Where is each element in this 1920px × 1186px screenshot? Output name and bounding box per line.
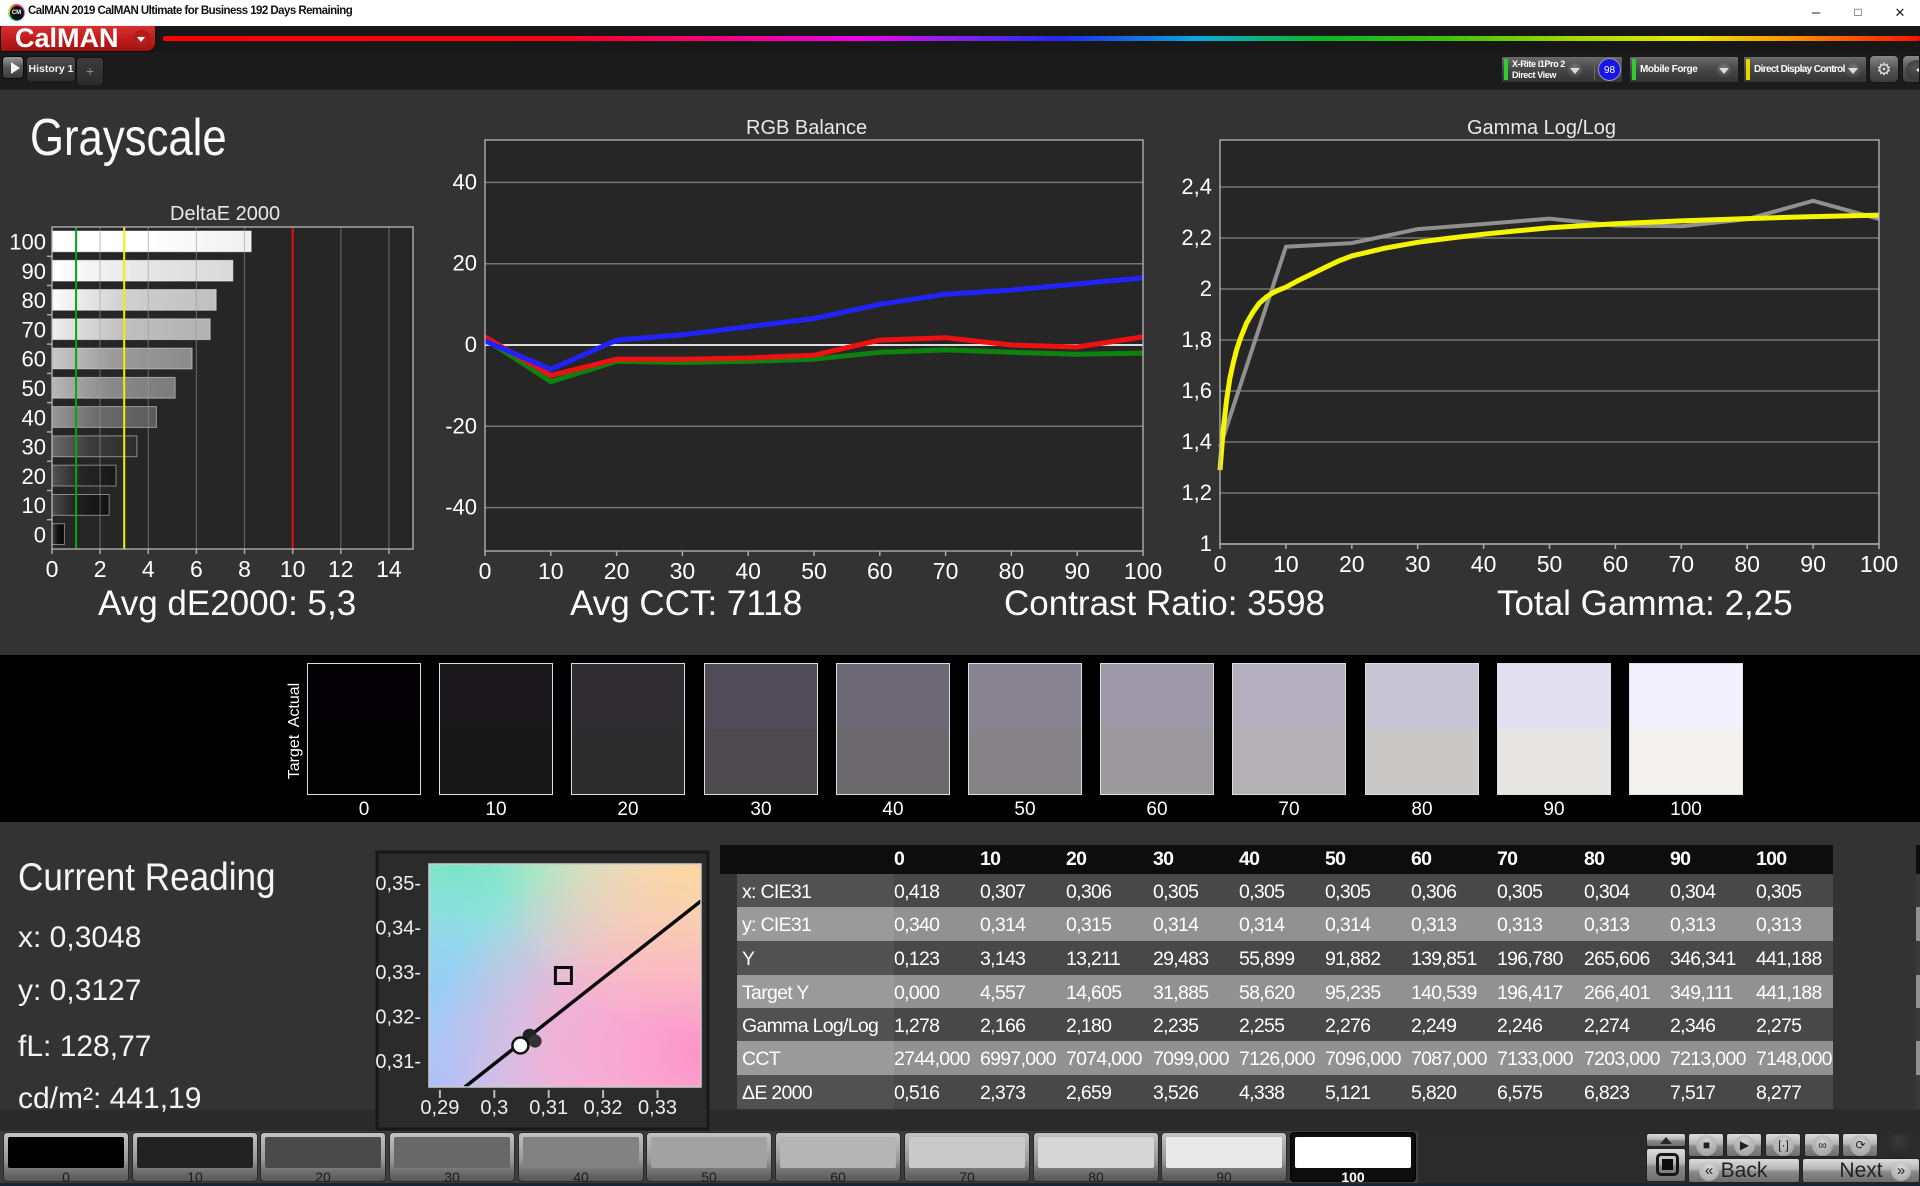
svg-text:40: 40 [22, 405, 46, 430]
svg-text:20: 20 [22, 464, 46, 489]
svg-text:30: 30 [22, 435, 46, 460]
svg-text:0,32: 0,32 [584, 1097, 623, 1119]
svg-text:100: 100 [1860, 551, 1898, 577]
svg-text:10: 10 [538, 558, 564, 584]
svg-text:0: 0 [465, 332, 477, 357]
svg-text:30: 30 [670, 558, 696, 584]
svg-text:90: 90 [1064, 558, 1090, 584]
svg-text:50: 50 [22, 376, 46, 401]
svg-text:0,31: 0,31 [529, 1097, 568, 1119]
svg-text:80: 80 [999, 558, 1025, 584]
svg-text:-40: -40 [445, 495, 477, 520]
svg-text:0,3: 0,3 [480, 1097, 508, 1119]
svg-text:6: 6 [190, 556, 203, 580]
svg-text:2,2: 2,2 [1181, 225, 1212, 250]
svg-text:0: 0 [34, 522, 46, 547]
svg-text:100: 100 [9, 230, 46, 255]
svg-text:1,2: 1,2 [1181, 480, 1212, 505]
svg-text:50: 50 [1537, 551, 1563, 577]
svg-text:2: 2 [1200, 276, 1212, 301]
svg-text:2: 2 [94, 556, 107, 580]
svg-text:14: 14 [376, 556, 402, 580]
svg-text:80: 80 [1734, 551, 1760, 577]
svg-text:40: 40 [453, 169, 477, 194]
svg-text:10: 10 [280, 556, 306, 580]
svg-text:10: 10 [1273, 551, 1299, 577]
svg-text:30: 30 [1405, 551, 1431, 577]
svg-text:90: 90 [1800, 551, 1826, 577]
svg-text:0: 0 [1214, 551, 1227, 577]
svg-text:1: 1 [1200, 531, 1212, 556]
svg-text:2,4: 2,4 [1181, 174, 1212, 199]
svg-text:0,32-: 0,32- [375, 1007, 421, 1029]
svg-text:0,33: 0,33 [638, 1097, 677, 1119]
svg-text:40: 40 [1471, 551, 1497, 577]
svg-text:70: 70 [1669, 551, 1695, 577]
svg-text:40: 40 [735, 558, 761, 584]
svg-text:1,6: 1,6 [1181, 378, 1212, 403]
svg-text:8: 8 [238, 556, 251, 580]
svg-text:4: 4 [142, 556, 155, 580]
svg-text:60: 60 [22, 347, 46, 372]
svg-text:60: 60 [1603, 551, 1629, 577]
svg-text:0,33-: 0,33- [375, 962, 421, 984]
svg-text:0: 0 [46, 556, 59, 580]
svg-text:0,29: 0,29 [420, 1097, 459, 1119]
svg-text:0: 0 [479, 558, 492, 584]
svg-text:100: 100 [1124, 558, 1162, 584]
svg-text:0,35-: 0,35- [375, 873, 421, 895]
svg-text:90: 90 [22, 259, 46, 284]
svg-text:60: 60 [867, 558, 893, 584]
svg-text:20: 20 [453, 251, 477, 276]
svg-text:0,34-: 0,34- [375, 917, 421, 939]
svg-text:-20: -20 [445, 413, 477, 438]
svg-text:12: 12 [328, 556, 354, 580]
svg-text:20: 20 [1339, 551, 1365, 577]
svg-text:50: 50 [801, 558, 827, 584]
svg-text:70: 70 [933, 558, 959, 584]
svg-text:10: 10 [22, 493, 46, 518]
svg-text:70: 70 [22, 318, 46, 343]
svg-text:20: 20 [604, 558, 630, 584]
svg-text:80: 80 [22, 288, 46, 313]
svg-text:1,8: 1,8 [1181, 327, 1212, 352]
svg-text:1,4: 1,4 [1181, 429, 1212, 454]
svg-text:0,31-: 0,31- [375, 1051, 421, 1073]
